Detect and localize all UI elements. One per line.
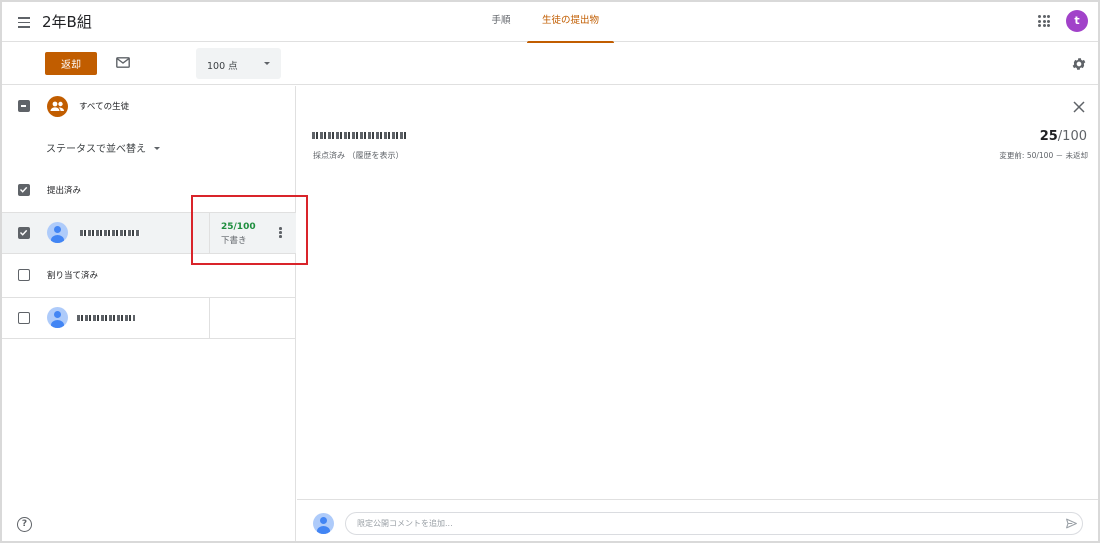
private-comment-bar [297, 499, 1098, 541]
student-avatar [47, 307, 68, 328]
points-value: 100 点 [207, 61, 238, 72]
tab-student-work-label: 生徒の提出物 [541, 15, 599, 26]
apps-grid-icon[interactable] [1038, 15, 1050, 27]
sort-by-status-dropdown[interactable]: ステータスで並べ替え [46, 140, 146, 155]
help-icon[interactable]: ? [17, 517, 32, 532]
submitted-group-checkbox[interactable] [18, 184, 30, 196]
hamburger-menu-icon[interactable] [16, 13, 34, 31]
tab-instructions-label: 手順 [491, 15, 511, 26]
account-avatar[interactable]: t [1066, 10, 1088, 32]
toolbar: 返却 100 点 [2, 43, 1098, 85]
tab-student-work[interactable]: 生徒の提出物 [527, 2, 614, 43]
student-grade: 25/100 [221, 222, 256, 232]
sort-dropdown-arrow-icon [154, 147, 160, 150]
classroom-window: 2年B組 手順 生徒の提出物 t 返却 100 点 すべての生徒 ステータスで並… [0, 0, 1100, 543]
group-avatar-icon [47, 96, 68, 117]
sort-label: ステータスで並べ替え [46, 144, 146, 155]
score-display: 25/100 [1002, 129, 1087, 144]
redacted-student-name [80, 230, 140, 236]
assigned-group-checkbox[interactable] [18, 269, 30, 281]
commenter-avatar [313, 513, 334, 534]
student-list-panel: すべての生徒 ステータスで並べ替え 提出済み 25/100 下書き 割り当て済み [2, 86, 296, 541]
close-icon[interactable] [1073, 101, 1085, 113]
student-row-assigned[interactable] [2, 297, 296, 339]
score-numerator: 25 [1039, 129, 1058, 144]
student-checkbox[interactable] [18, 227, 30, 239]
student-avatar [47, 222, 68, 243]
top-bar: 2年B組 手順 生徒の提出物 t [2, 2, 1098, 43]
student-checkbox[interactable] [18, 312, 30, 324]
assigned-group-label: 割り当て済み [47, 271, 99, 281]
more-options-icon[interactable] [279, 227, 283, 239]
tab-instructions[interactable]: 手順 [482, 2, 520, 42]
grade-status: 下書き [221, 236, 247, 246]
mail-icon[interactable] [116, 57, 130, 68]
send-icon[interactable] [1065, 517, 1078, 530]
redacted-student-name [77, 315, 135, 321]
student-row-submitted[interactable]: 25/100 下書き [2, 212, 296, 254]
redacted-selected-student-name [312, 132, 406, 139]
class-title: 2年B組 [42, 13, 92, 31]
grading-status-text[interactable]: 採点済み （履歴を表示） [313, 150, 404, 161]
private-comment-input[interactable] [345, 512, 1083, 535]
score-denominator: /100 [1057, 129, 1087, 144]
submitted-group-label: 提出済み [47, 186, 82, 196]
all-students-label: すべての生徒 [79, 102, 130, 112]
points-select[interactable]: 100 点 [196, 48, 281, 79]
gear-icon[interactable] [1071, 56, 1087, 72]
return-button[interactable]: 返却 [45, 52, 97, 75]
previous-score-text: 変更前: 50/100 － 未返却 [999, 151, 1088, 160]
dropdown-arrow-icon [264, 62, 270, 65]
all-students-checkbox[interactable] [18, 100, 30, 112]
